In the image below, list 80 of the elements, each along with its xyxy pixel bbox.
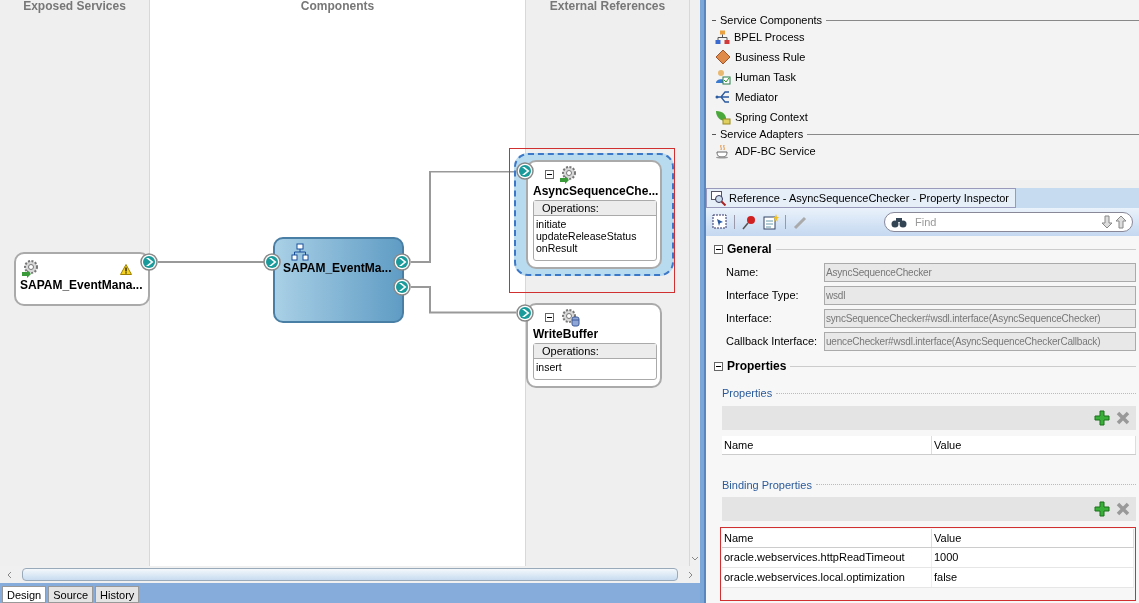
port-icon[interactable] [516,162,534,180]
port-icon[interactable] [393,253,411,271]
collapse-icon[interactable] [714,361,723,371]
delete-icon[interactable] [1116,502,1130,516]
arrow-up-icon[interactable] [1115,215,1127,229]
palette-item[interactable]: ADF-BC Service [706,141,1139,161]
column-header[interactable]: Name [722,529,932,547]
port-icon[interactable] [140,253,158,271]
field-label: Name: [726,264,760,280]
table-cell: false [932,568,1134,587]
column-header[interactable]: Value [932,529,1134,547]
input-field[interactable]: uenceChecker#wsdl.interface(AsyncSequenceCheckerCallback) [824,331,1136,351]
field-label: Interface: [726,310,773,326]
palette-item[interactable]: Mediator [706,87,1139,107]
table-cell: 1000 [932,548,1134,567]
port-icon[interactable] [516,304,534,322]
pencil-icon[interactable] [792,214,808,230]
section-title: Properties [727,358,787,375]
service-node[interactable]: SAPAM_EventMana... [14,252,150,306]
magnifier-icon [711,190,727,206]
palette-section-title: Service Adapters [720,127,804,141]
edit-note-icon[interactable] [763,214,779,230]
add-icon[interactable] [1094,409,1110,426]
node-title: AsyncSequenceChe... [533,184,657,198]
field-label: Callback Interface: [726,333,819,349]
leaf-icon [715,109,731,125]
mediator-node[interactable]: SAPAM_EventMa... [273,237,404,323]
hierarchy-icon [291,243,309,261]
cup-icon [715,143,731,159]
group-title: Properties [722,386,773,401]
pin-icon[interactable] [741,214,757,230]
find-field[interactable]: Find [884,212,1133,232]
group-title: Binding Properties [722,477,812,493]
inspector-tab[interactable]: Reference - AsyncSequenceChecker - Property Inspector [706,188,1017,208]
lane-title: Exposed Services [22,0,127,15]
port-icon[interactable] [263,253,281,271]
collapse-icon[interactable] [545,169,554,179]
collapse-icon[interactable] [714,244,723,254]
input-field[interactable]: AsyncSequenceChecker [824,262,1136,282]
palette-section-title: Service Components [720,13,823,27]
operations-header: Operations: [534,201,656,216]
operation-label[interactable]: insert [536,361,654,373]
reference-node[interactable]: WriteBuffer Operations: insert [526,303,662,388]
delete-icon[interactable] [1116,410,1130,425]
add-icon[interactable] [1094,501,1110,517]
input-field[interactable]: wsdl [824,285,1136,305]
operation-label[interactable]: onResult [536,242,654,254]
flowchart-icon [715,29,730,45]
column-header[interactable]: Value [932,435,1136,454]
operations-header: Operations: [534,344,656,359]
operation-label[interactable]: initiate [536,218,654,230]
section-title: General [727,241,772,258]
port-icon[interactable] [393,278,411,296]
editor-tab[interactable]: Design [2,586,47,603]
lane-title: External References [548,0,667,15]
field-label: Interface Type: [726,287,800,303]
lane-title: Components [299,0,376,15]
node-title: SAPAM_EventMana... [20,278,144,292]
palette-item[interactable]: Business Rule [706,47,1139,67]
operation-label[interactable]: updateReleaseStatus [536,230,654,242]
select-icon[interactable] [712,214,728,230]
editor-tab[interactable]: Source [48,586,94,603]
diamond-icon [715,49,731,65]
collapse-icon[interactable] [545,312,554,322]
palette-item[interactable]: Spring Context [706,107,1139,127]
person-task-icon [715,69,731,85]
editor-tab[interactable]: History [95,586,140,603]
table-cell: oracle.webservices.local.optimization [722,568,932,587]
palette-item[interactable]: Human Task [706,67,1139,87]
arrow-down-icon[interactable] [1101,215,1113,229]
horizontal-scrollbar-thumb[interactable] [22,568,678,581]
input-field[interactable]: syncSequenceChecker#wsdl.interface(AsyncSequenceChecker) [824,308,1136,328]
binoculars-icon [891,216,907,228]
palette-item[interactable]: BPEL Process [706,27,1139,47]
table-cell: oracle.webservices.httpReadTimeout [722,548,932,567]
node-title: SAPAM_EventMa... [283,261,393,275]
reference-node[interactable]: AsyncSequenceChe... Operations: initiate updateReleaseStatus onResult [526,160,662,269]
branch-icon [715,89,731,105]
column-header[interactable]: Name [722,435,932,454]
node-title: WriteBuffer [533,327,600,341]
